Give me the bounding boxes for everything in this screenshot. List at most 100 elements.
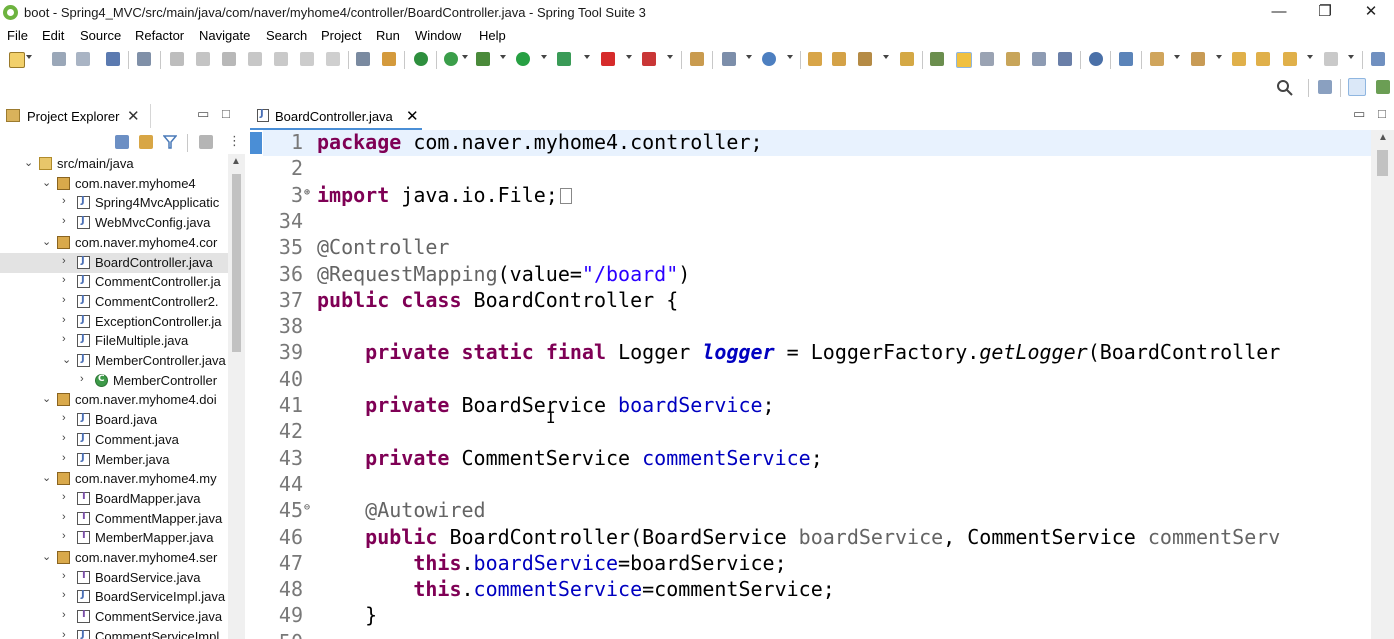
tree-scrollbar[interactable]: ▲ <box>228 154 245 639</box>
tree-item[interactable]: ⌄ MemberController.java <box>0 351 228 371</box>
skip-breakpoints-icon[interactable] <box>137 52 151 66</box>
external-tools-dropdown-icon[interactable] <box>667 55 673 59</box>
new-icon[interactable] <box>9 52 25 68</box>
open-type-icon[interactable] <box>808 52 822 66</box>
chevron-right-icon[interactable]: › <box>62 530 66 542</box>
chevron-down-icon[interactable]: ⌄ <box>42 176 51 189</box>
terminal-icon[interactable] <box>106 52 120 66</box>
word-wrap-icon[interactable] <box>1006 52 1020 66</box>
close-icon[interactable]: ✕ <box>127 107 140 125</box>
tree-item[interactable]: ⌄ com.naver.myhome4.doi <box>0 390 228 410</box>
editor-tab-boardcontroller[interactable]: BoardController.java ✕ <box>250 104 422 130</box>
expand-fold-icon[interactable]: ⊕ <box>304 187 310 198</box>
search-icon[interactable] <box>1276 79 1294 97</box>
maximize-view-icon[interactable]: □ <box>222 106 230 121</box>
chevron-down-icon[interactable]: ⌄ <box>42 235 51 248</box>
chevron-right-icon[interactable]: › <box>62 255 66 267</box>
menu-source[interactable]: Source <box>80 28 121 43</box>
code-line[interactable]: 44 <box>263 472 1371 498</box>
close-window-button[interactable]: ✕ <box>1348 0 1394 26</box>
chevron-right-icon[interactable]: › <box>62 215 66 227</box>
menu-navigate[interactable]: Navigate <box>199 28 250 43</box>
code-line[interactable]: 39 private static final Logger logger = … <box>263 340 1371 366</box>
forward-icon[interactable] <box>1324 52 1338 66</box>
step-into-icon[interactable] <box>274 52 288 66</box>
tree-item[interactable]: › ExceptionController.ja <box>0 312 228 332</box>
debug-icon[interactable] <box>476 52 490 66</box>
open-resource-icon[interactable] <box>900 52 914 66</box>
stop-dropdown-icon[interactable] <box>626 55 632 59</box>
tree-item[interactable]: › Comment.java <box>0 430 228 450</box>
code-line[interactable]: 38 <box>263 314 1371 340</box>
chevron-right-icon[interactable]: › <box>80 373 84 385</box>
resume-icon[interactable] <box>170 52 184 66</box>
chevron-down-icon[interactable]: ⌄ <box>42 471 51 484</box>
tree-item[interactable]: › BoardServiceImpl.java <box>0 587 228 607</box>
tree-item[interactable]: › Board.java <box>0 410 228 430</box>
forward-dropdown-icon[interactable] <box>1348 55 1354 59</box>
coverage-icon[interactable] <box>557 52 571 66</box>
menu-window[interactable]: Window <box>415 28 461 43</box>
tree-item[interactable]: › MemberController <box>0 371 228 391</box>
open-perspective-button-icon[interactable] <box>1318 80 1332 94</box>
chevron-down-icon[interactable]: ⌄ <box>42 392 51 405</box>
code-line[interactable]: 1 package com.naver.myhome4.controller; <box>263 130 1371 156</box>
step-over-icon[interactable] <box>300 52 314 66</box>
code-line[interactable]: 40 <box>263 367 1371 393</box>
new-class-icon[interactable] <box>762 52 776 66</box>
tree-item[interactable]: › CommentController.ja <box>0 272 228 292</box>
save-icon[interactable] <box>52 52 66 66</box>
tree-item[interactable]: ⌄ com.naver.myhome4 <box>0 174 228 194</box>
menu-search[interactable]: Search <box>266 28 307 43</box>
menu-edit[interactable]: Edit <box>42 28 64 43</box>
minimize-button[interactable]: — <box>1256 0 1302 26</box>
disconnect-icon[interactable] <box>248 52 262 66</box>
tree-scrollbar-thumb[interactable] <box>232 174 241 352</box>
chevron-right-icon[interactable]: › <box>62 432 66 444</box>
chevron-right-icon[interactable]: › <box>62 195 66 207</box>
code-line[interactable]: 2 <box>263 156 1371 182</box>
menu-refactor[interactable]: Refactor <box>135 28 184 43</box>
menu-help[interactable]: Help <box>479 28 506 43</box>
new-package-dropdown-icon[interactable] <box>746 55 752 59</box>
tree-item[interactable]: ⌄ src/main/java <box>0 154 228 174</box>
chevron-right-icon[interactable]: › <box>62 452 66 464</box>
scroll-up-arrow-icon[interactable]: ▲ <box>231 156 241 167</box>
tree-item[interactable]: ⌄ com.naver.myhome4.cor <box>0 233 228 253</box>
run-icon[interactable] <box>516 52 530 66</box>
prev-edit-dropdown-icon[interactable] <box>1216 55 1222 59</box>
build-icon[interactable] <box>382 52 396 66</box>
minimize-editor-icon[interactable]: ▭ <box>1353 106 1365 122</box>
chevron-right-icon[interactable]: › <box>62 314 66 326</box>
next-edit-dropdown-icon[interactable] <box>1174 55 1180 59</box>
tree-item[interactable]: › MemberMapper.java <box>0 528 228 548</box>
collapsed-region-icon[interactable] <box>559 187 572 204</box>
external-tools-icon[interactable] <box>642 52 656 66</box>
tree-item[interactable]: ⌄ com.naver.myhome4.my <box>0 469 228 489</box>
code-line[interactable]: 35 @Controller <box>263 235 1371 261</box>
chevron-right-icon[interactable]: › <box>62 274 66 286</box>
editor-scrollbar[interactable]: ▲ <box>1371 130 1394 639</box>
new-dropdown-icon[interactable] <box>26 55 32 59</box>
chevron-right-icon[interactable]: › <box>62 570 66 582</box>
tree-item[interactable]: › CommentController2. <box>0 292 228 312</box>
tree-item[interactable]: › BoardService.java <box>0 568 228 588</box>
code-line[interactable]: 3 ⊕ import java.io.File; <box>263 183 1371 209</box>
chevron-right-icon[interactable]: › <box>62 333 66 345</box>
spring-perspective-icon[interactable] <box>1348 78 1366 96</box>
code-line[interactable]: 50 <box>263 630 1371 639</box>
tree-item[interactable]: › BoardController.java <box>0 252 228 273</box>
focus-icon[interactable] <box>199 135 213 149</box>
back-dropdown-icon[interactable] <box>1307 55 1313 59</box>
run-dropdown-icon[interactable] <box>541 55 547 59</box>
code-line[interactable]: 42 <box>263 419 1371 445</box>
prev-edit-icon[interactable] <box>1191 52 1205 66</box>
toggle-mark-icon[interactable] <box>356 52 370 66</box>
stop-icon[interactable] <box>601 52 615 66</box>
chevron-right-icon[interactable]: › <box>62 294 66 306</box>
code-line[interactable]: 48 this.commentService=commentService; <box>263 577 1371 603</box>
back-icon[interactable] <box>1283 52 1297 66</box>
open-task-icon[interactable] <box>832 52 846 66</box>
close-icon[interactable]: ✕ <box>406 107 419 125</box>
new-package-icon[interactable] <box>722 52 736 66</box>
